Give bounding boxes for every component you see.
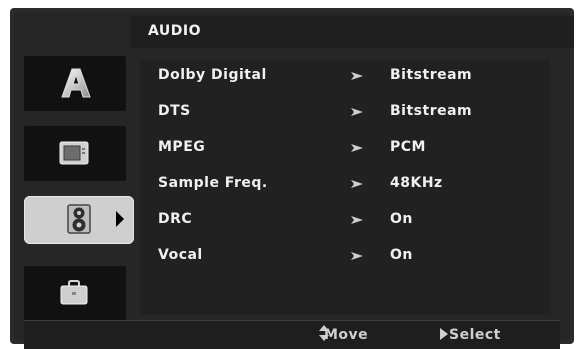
menu-row-mpeg[interactable]: MPEG PCM [140,132,550,164]
page-title: AUDIO [148,23,202,39]
letter-a-icon [61,68,91,98]
move-hint-label: Move [324,327,369,343]
row-arrow-icon [351,108,363,116]
menu-row-value: Bitstream [390,103,473,119]
menu-row-sample-freq[interactable]: Sample Freq. 48KHz [140,168,550,200]
menu-row-value: On [390,247,413,263]
row-arrow-icon [351,72,363,80]
menu-row-label: Sample Freq. [158,175,268,191]
tab-audio[interactable] [24,196,134,244]
menu-row-label: DRC [158,211,193,227]
row-arrow-icon [351,252,363,260]
briefcase-icon [60,280,88,305]
row-arrow-icon [351,216,363,224]
menu-row-value: Bitstream [390,67,473,83]
menu-row-label: Dolby Digital [158,67,267,83]
up-down-arrow-icon [319,325,329,341]
menu-row-drc[interactable]: DRC On [140,204,550,236]
menu-row-label: MPEG [158,139,206,155]
tab-others[interactable] [24,266,126,321]
menu-row-vocal[interactable]: Vocal On [140,240,550,272]
category-tabs [24,56,134,321]
menu-row-value: 48KHz [390,175,443,191]
menu-row-label: Vocal [158,247,203,263]
row-arrow-icon [351,180,363,188]
speaker-icon [67,204,91,234]
tv-icon [59,141,89,165]
footer-bar: Move Select [24,320,560,349]
menu-row-value: On [390,211,413,227]
audio-menu: Dolby Digital Bitstream DTS Bitstream MP… [140,60,550,315]
menu-row-label: DTS [158,103,191,119]
active-tab-arrow-icon [116,211,124,227]
tab-display[interactable] [24,126,126,181]
tab-language[interactable] [24,56,126,111]
menu-row-dts[interactable]: DTS Bitstream [140,96,550,128]
select-hint-label: Select [449,327,501,343]
menu-row-value: PCM [390,139,426,155]
row-arrow-icon [351,144,363,152]
setup-panel: AUDIO Dolby Digital Bitstream DTS Bitstr… [10,8,574,349]
title-bar: AUDIO [130,16,574,48]
menu-row-dolby-digital[interactable]: Dolby Digital Bitstream [140,60,550,92]
select-arrow-icon [440,328,448,340]
